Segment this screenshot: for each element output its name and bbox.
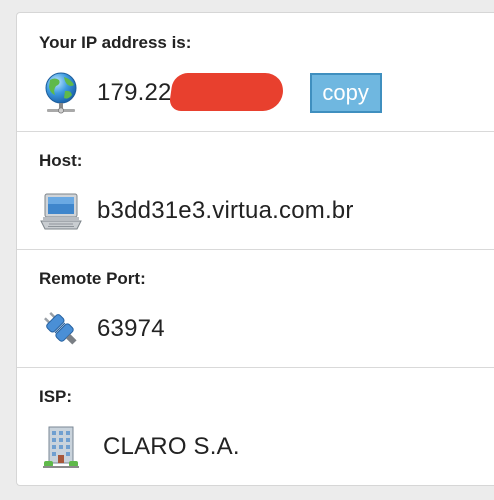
remote-port-value: 63974 [97, 315, 165, 342]
isp-label: ISP: [39, 387, 73, 406]
ip-value-wrap: 179.22 [97, 73, 286, 111]
isp-section: ISP: CLARO S.A. [17, 367, 494, 487]
remote-port-section: Remote Port: 63974 [17, 249, 494, 368]
host-label: Host: [39, 151, 83, 170]
isp-value: CLARO S.A. [103, 433, 240, 460]
ip-address-label: Your IP address is: [39, 33, 192, 52]
isp-row: CLARO S.A. [39, 423, 240, 471]
remote-port-label: Remote Port: [39, 269, 146, 288]
ip-address-row: 179.22 copy [39, 69, 382, 117]
laptop-icon [39, 189, 83, 233]
host-section: Host: b3dd31e3.virtua.com.br [17, 131, 494, 250]
globe-network-icon [39, 71, 83, 115]
redaction-mark [168, 73, 286, 111]
host-value: b3dd31e3.virtua.com.br [97, 197, 354, 224]
ip-address-section: Your IP address is: 179.22 copy [17, 13, 494, 132]
host-row: b3dd31e3.virtua.com.br [39, 187, 354, 235]
office-building-icon [39, 425, 83, 469]
copy-button[interactable]: copy [309, 73, 382, 113]
remote-port-row: 63974 [39, 305, 165, 353]
plug-icon [39, 307, 83, 351]
ip-address-value: 179.22 [97, 79, 172, 106]
ip-info-card: Your IP address is: 179.22 copy Host: b3… [16, 12, 494, 486]
